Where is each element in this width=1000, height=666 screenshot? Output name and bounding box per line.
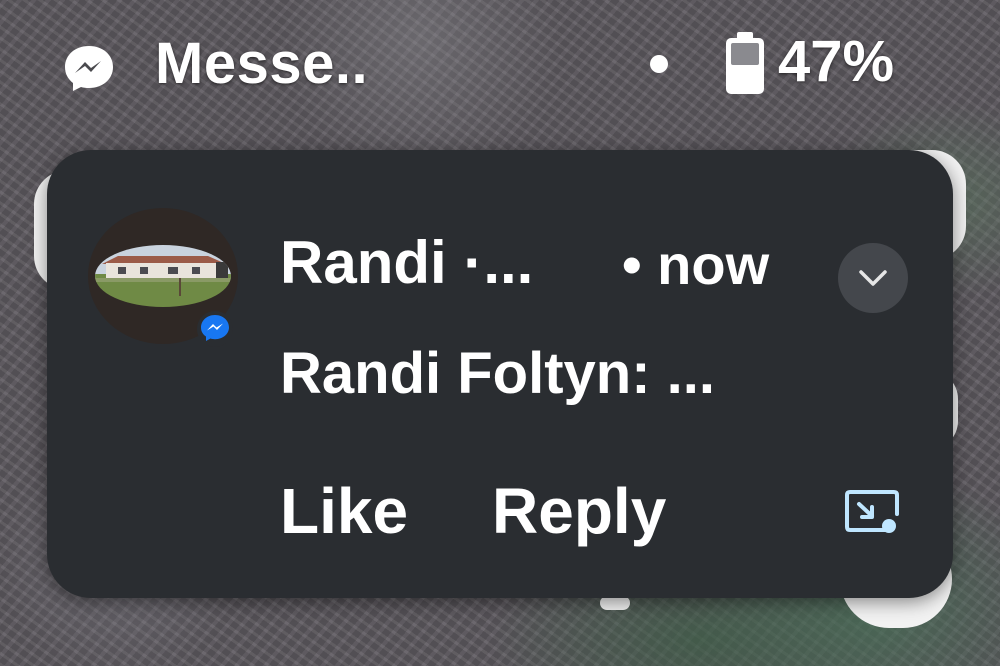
messenger-badge-icon	[197, 311, 233, 347]
messenger-icon	[65, 46, 113, 91]
stacked-bubble	[600, 596, 630, 610]
notification-dot-icon	[650, 55, 668, 73]
sender-name: Randi ·...	[280, 229, 534, 296]
battery-icon	[726, 32, 764, 94]
status-bar: Messe.. 47%	[0, 0, 1000, 130]
status-app-name: Messe..	[155, 31, 369, 96]
chevron-down-icon	[859, 270, 887, 286]
like-button[interactable]: Like	[280, 474, 408, 548]
reply-button[interactable]: Reply	[492, 474, 666, 548]
expand-button[interactable]	[838, 243, 908, 313]
message-preview: Randi Foltyn: ...	[280, 341, 715, 406]
open-in-bubble-icon[interactable]	[842, 486, 902, 536]
battery-percent: 47%	[778, 29, 895, 94]
notification-timestamp: • now	[622, 233, 770, 296]
